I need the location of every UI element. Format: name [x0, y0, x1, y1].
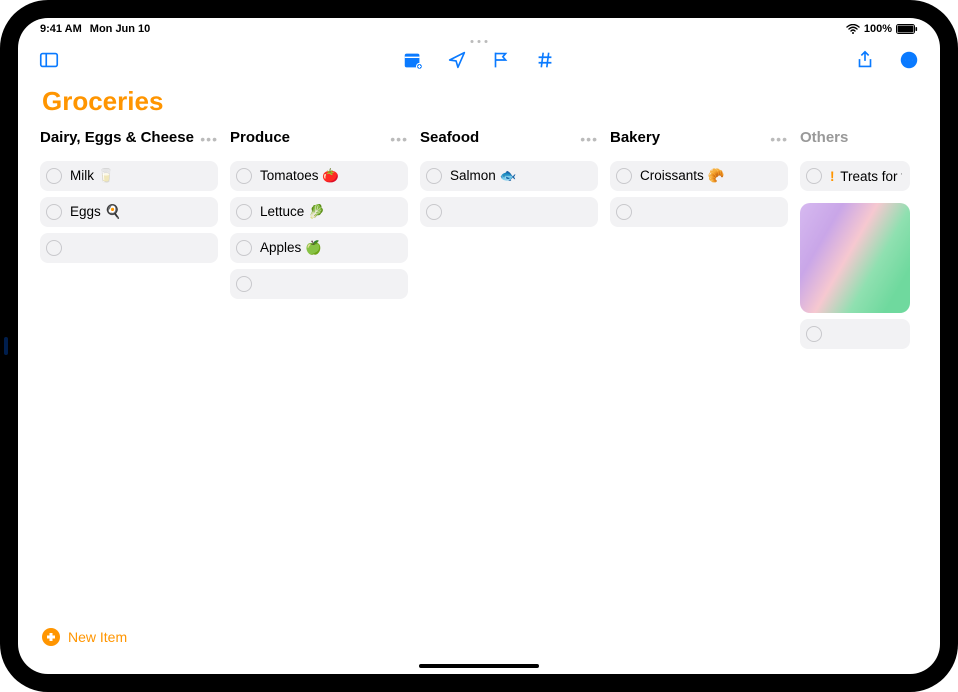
- side-app-indicator: [4, 337, 8, 355]
- reminder-item[interactable]: Apples 🍏: [230, 233, 408, 263]
- home-indicator[interactable]: [419, 664, 539, 668]
- new-item-label: New Item: [68, 629, 127, 645]
- reminder-item[interactable]: ! Treats for t: [800, 161, 910, 191]
- complete-circle[interactable]: [426, 204, 442, 220]
- status-time: 9:41 AM: [40, 23, 82, 35]
- complete-circle[interactable]: [806, 326, 822, 342]
- wifi-icon: [846, 24, 860, 34]
- complete-circle[interactable]: [806, 168, 822, 184]
- complete-circle[interactable]: [236, 240, 252, 256]
- items-list: ! Treats for t: [800, 161, 910, 349]
- toolbar: [18, 40, 940, 80]
- reminder-item[interactable]: Milk 🥛: [40, 161, 218, 191]
- section-column: Produce ••• Tomatoes 🍅 Lettuce 🥬 Apples 🍏: [230, 129, 408, 299]
- section-title: Others: [800, 129, 848, 147]
- complete-circle[interactable]: [426, 168, 442, 184]
- reminder-label: Salmon 🐟: [450, 168, 516, 184]
- complete-circle[interactable]: [616, 168, 632, 184]
- reminder-item[interactable]: Lettuce 🥬: [230, 197, 408, 227]
- section-title: Produce: [230, 129, 290, 147]
- section-header: Others: [800, 129, 910, 153]
- reminder-label: Tomatoes 🍅: [260, 168, 339, 184]
- flag-icon[interactable]: [490, 49, 512, 71]
- location-icon[interactable]: [446, 49, 468, 71]
- items-list: Tomatoes 🍅 Lettuce 🥬 Apples 🍏: [230, 161, 408, 299]
- section-header: Produce •••: [230, 129, 408, 153]
- items-list: Milk 🥛 Eggs 🍳: [40, 161, 218, 263]
- empty-reminder-slot[interactable]: [420, 197, 598, 227]
- complete-circle[interactable]: [46, 240, 62, 256]
- status-battery-percent: 100%: [864, 23, 892, 35]
- items-list: Salmon 🐟: [420, 161, 598, 227]
- status-bar: 9:41 AM Mon Jun 10 100%: [18, 18, 940, 40]
- section-more-icon[interactable]: •••: [580, 129, 598, 147]
- section-title: Bakery: [610, 129, 660, 147]
- section-title: Seafood: [420, 129, 479, 147]
- complete-circle[interactable]: [236, 276, 252, 292]
- section-header: Seafood •••: [420, 129, 598, 153]
- complete-circle[interactable]: [46, 204, 62, 220]
- section-header: Dairy, Eggs & Cheese •••: [40, 129, 218, 153]
- reminder-attachment-image[interactable]: [800, 203, 910, 313]
- reminder-item[interactable]: Tomatoes 🍅: [230, 161, 408, 191]
- section-column: Others ! Treats for t: [800, 129, 910, 349]
- empty-reminder-slot[interactable]: [800, 319, 910, 349]
- reminder-label: Eggs 🍳: [70, 204, 121, 220]
- reminder-label: Lettuce 🥬: [260, 204, 325, 220]
- reminder-label: Milk 🥛: [70, 168, 115, 184]
- complete-circle[interactable]: [236, 204, 252, 220]
- new-item-button[interactable]: New Item: [42, 628, 127, 646]
- battery-icon: [896, 24, 918, 34]
- reminder-item[interactable]: Salmon 🐟: [420, 161, 598, 191]
- complete-circle[interactable]: [236, 168, 252, 184]
- complete-circle[interactable]: [616, 204, 632, 220]
- columns-container: Dairy, Eggs & Cheese ••• Milk 🥛 Eggs 🍳 Produ…: [18, 129, 940, 674]
- list-title: Groceries: [18, 80, 940, 129]
- reminder-item[interactable]: Croissants 🥐: [610, 161, 788, 191]
- section-header: Bakery •••: [610, 129, 788, 153]
- section-column: Seafood ••• Salmon 🐟: [420, 129, 598, 227]
- section-column: Dairy, Eggs & Cheese ••• Milk 🥛 Eggs 🍳: [40, 129, 218, 263]
- hashtag-icon[interactable]: [534, 49, 556, 71]
- empty-reminder-slot[interactable]: [40, 233, 218, 263]
- reminder-label: ! Treats for t: [830, 169, 902, 184]
- empty-reminder-slot[interactable]: [610, 197, 788, 227]
- more-icon[interactable]: [898, 49, 920, 71]
- section-more-icon[interactable]: •••: [200, 129, 218, 147]
- reminder-item[interactable]: Eggs 🍳: [40, 197, 218, 227]
- section-title: Dairy, Eggs & Cheese: [40, 129, 194, 147]
- plus-circle-icon: [42, 628, 60, 646]
- priority-marker: !: [830, 169, 838, 184]
- share-icon[interactable]: [854, 49, 876, 71]
- section-more-icon[interactable]: •••: [390, 129, 408, 147]
- status-date: Mon Jun 10: [90, 23, 151, 35]
- empty-reminder-slot[interactable]: [230, 269, 408, 299]
- complete-circle[interactable]: [46, 168, 62, 184]
- sidebar-toggle-icon[interactable]: [38, 49, 60, 71]
- reminder-label: Croissants 🥐: [640, 168, 724, 184]
- section-more-icon[interactable]: •••: [770, 129, 788, 147]
- reminder-label: Apples 🍏: [260, 240, 322, 256]
- items-list: Croissants 🥐: [610, 161, 788, 227]
- section-column: Bakery ••• Croissants 🥐: [610, 129, 788, 227]
- calendar-add-icon[interactable]: [402, 49, 424, 71]
